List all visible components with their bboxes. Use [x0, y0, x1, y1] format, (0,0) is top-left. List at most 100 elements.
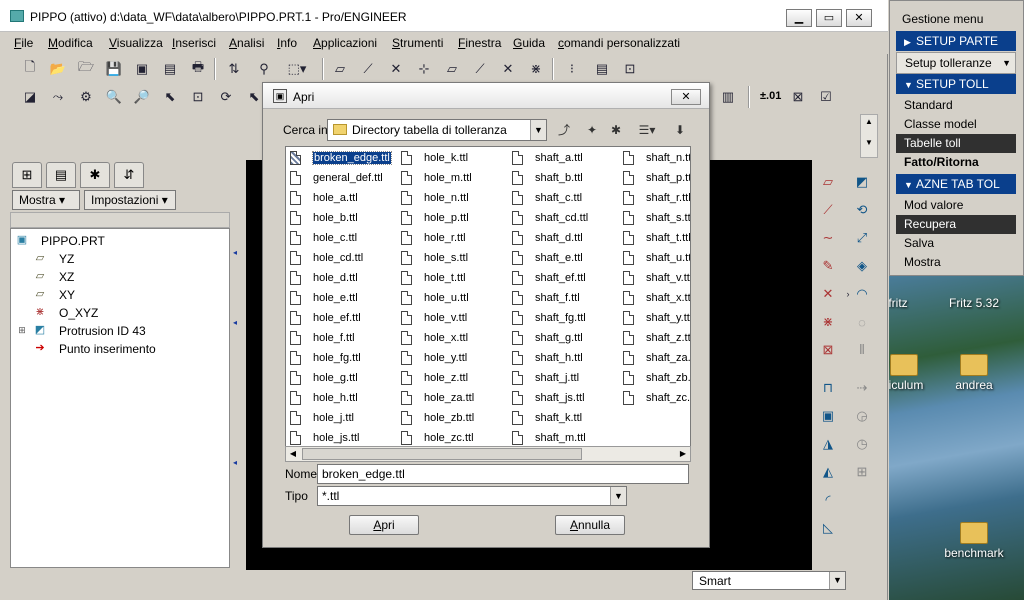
tab-folder-browser[interactable]: ▤ [46, 162, 76, 188]
file-item[interactable]: shaft_k.ttl [512, 409, 620, 429]
curve-tool-icon[interactable]: ∼ [818, 228, 838, 248]
axis-display-icon[interactable]: ⟋ [470, 59, 490, 79]
panel-splitter[interactable]: ◂ ◂ ◂ [232, 208, 242, 568]
view-manager-icon[interactable]: ⚙ [76, 87, 96, 107]
file-item[interactable]: hole_b.ttl [290, 209, 398, 229]
scroll-thumb[interactable] [302, 448, 582, 460]
file-item[interactable]: hole_cd.ttl [290, 249, 398, 269]
round-icon[interactable]: ◜ [818, 490, 838, 510]
new-folder-icon[interactable]: ✦ [581, 121, 603, 139]
datum-axis-icon[interactable]: ⟋ [358, 59, 378, 79]
impostazioni-button[interactable]: Impostazioni ▾ [84, 190, 176, 210]
menu-item-standard[interactable]: Standard [896, 96, 1016, 115]
tools-icon[interactable]: ⬇ [669, 121, 691, 139]
menu-item-fatto-ritorna[interactable]: Fatto/Ritorna [896, 153, 1016, 172]
zoom-out-icon[interactable]: 🔎 [132, 87, 152, 107]
look-in-dropdown[interactable]: Directory tabella di tolleranza ▼ [327, 119, 547, 141]
dialog-icon[interactable]: ☑ [816, 87, 836, 107]
menu-item-recupera[interactable]: Recupera [896, 215, 1016, 234]
file-item[interactable]: shaft_t.ttl [623, 229, 690, 249]
menu-strumenti[interactable]: Strumenti [392, 36, 443, 50]
dialog-close-button[interactable]: ✕ [671, 89, 701, 105]
menu-modifica[interactable]: Modifica [48, 36, 93, 50]
file-item[interactable]: hole_u.ttl [401, 289, 509, 309]
file-item[interactable]: hole_z.ttl [401, 369, 509, 389]
sweep-icon[interactable]: ⤢ [852, 228, 872, 248]
model-tree-toggle-icon[interactable]: ▥ [718, 87, 738, 107]
file-item[interactable]: shaft_d.ttl [512, 229, 620, 249]
draft-icon[interactable]: ◭ [818, 462, 838, 482]
tolerance-toggle[interactable]: ±.01 [760, 90, 781, 102]
rib-icon[interactable]: ◮ [818, 434, 838, 454]
file-item[interactable]: hole_j.ttl [290, 409, 398, 429]
up-folder-icon[interactable]: ⤴ [553, 121, 575, 139]
spin-center-icon[interactable]: ⤳ [48, 87, 68, 107]
chevron-down-icon[interactable]: ▼ [829, 572, 845, 589]
file-item[interactable]: hole_n.ttl [401, 189, 509, 209]
file-item[interactable]: hole_g.ttl [290, 369, 398, 389]
tab-model-tree[interactable]: ⊞ [12, 162, 42, 188]
menu-comandi-personalizzati[interactable]: comandi personalizzati [558, 36, 680, 50]
menu-guida[interactable]: Guida [513, 36, 545, 50]
file-item[interactable]: shaft_v.tt [623, 269, 690, 289]
sketch-tool-icon[interactable]: ✎ [818, 256, 838, 276]
file-item[interactable]: hole_t.ttl [401, 269, 509, 289]
chevron-down-icon[interactable]: ▼ [530, 120, 546, 140]
file-item[interactable]: hole_za.ttl [401, 389, 509, 409]
file-item[interactable]: shaft_e.ttl [512, 249, 620, 269]
file-item[interactable]: hole_h.ttl [290, 389, 398, 409]
shell-icon[interactable]: ▣ [818, 406, 838, 426]
file-item[interactable]: hole_y.ttl [401, 349, 509, 369]
menu-setup-parte[interactable]: ▶ SETUP PARTE [896, 31, 1016, 51]
file-item[interactable]: hole_v.ttl [401, 309, 509, 329]
file-item[interactable]: hole_ef.ttl [290, 309, 398, 329]
file-item[interactable]: hole_m.ttl [401, 169, 509, 189]
offset-icon[interactable]: ◷ [852, 434, 872, 454]
menu-azne-tab-tol[interactable]: ▼ AZNE TAB TOL [896, 174, 1016, 194]
variable-sweep-icon[interactable]: ◌ [852, 312, 872, 332]
collapse-left-icon[interactable]: ◂ [233, 248, 237, 257]
datum-point-icon[interactable]: ✕ [386, 59, 406, 79]
revolve-icon[interactable]: ⟲ [852, 200, 872, 220]
datum-plane-tool-icon[interactable]: ▱ [818, 172, 838, 192]
menu-finestra[interactable]: Finestra [458, 36, 501, 50]
desktop-icon-benchmark[interactable]: benchmark [939, 522, 1009, 560]
view-menu-icon[interactable]: ☰▾ [633, 121, 661, 139]
type-dropdown[interactable]: *.ttl ▼ [317, 486, 627, 506]
file-list-hscrollbar[interactable]: ◀ ▶ [285, 446, 691, 462]
csys-display-icon[interactable]: ⋇ [526, 59, 546, 79]
menu-setup-toll[interactable]: ▼ SETUP TOLL [896, 74, 1016, 94]
file-item[interactable]: shaft_u.tt [623, 249, 690, 269]
search-icon[interactable]: ⚲ [254, 59, 274, 79]
repaint-icon[interactable]: ⟳ [216, 87, 236, 107]
select-box-icon[interactable]: ⬚▾ [282, 59, 312, 79]
analysis-tool-icon[interactable]: ⊠ [818, 340, 838, 360]
file-item[interactable]: shaft_j.ttl [512, 369, 620, 389]
merge-icon[interactable]: ⇢ [852, 378, 872, 398]
file-item[interactable]: general_def.ttl [290, 169, 398, 189]
file-item[interactable]: shaft_x.tt [623, 289, 690, 309]
pattern-icon[interactable]: ⊞ [852, 462, 872, 482]
file-item[interactable]: shaft_zc.t [623, 389, 690, 409]
chamfer-icon[interactable]: ◺ [818, 518, 838, 538]
working-dir-icon[interactable]: ✱ [605, 121, 627, 139]
menu-info[interactable]: Info [277, 36, 297, 50]
maximize-button[interactable]: ▭ [816, 9, 842, 27]
file-item[interactable]: shaft_za.t [623, 349, 690, 369]
print-icon[interactable]: 🖶 [188, 59, 208, 79]
file-item[interactable]: hole_c.ttl [290, 229, 398, 249]
open-folder-icon[interactable]: 📂 [48, 59, 68, 79]
desktop-icon-andrea[interactable]: andrea [939, 354, 1009, 392]
orient-icon[interactable]: ◪ [20, 87, 40, 107]
desktop-icon-fritz[interactable]: fritz [889, 296, 933, 310]
name-field[interactable]: broken_edge.ttl [317, 464, 689, 484]
tab-favorites[interactable]: ✱ [80, 162, 110, 188]
file-item[interactable]: shaft_c.ttl [512, 189, 620, 209]
datum-plane-icon[interactable]: ▱ [330, 59, 350, 79]
selection-filter[interactable]: Smart ▼ [692, 571, 846, 590]
file-item[interactable]: hole_f.ttl [290, 329, 398, 349]
menu-analisi[interactable]: Analisi [229, 36, 264, 50]
file-item[interactable]: shaft_zb.t [623, 369, 690, 389]
file-item[interactable]: hole_r.ttl [401, 229, 509, 249]
file-item[interactable]: hole_d.ttl [290, 269, 398, 289]
